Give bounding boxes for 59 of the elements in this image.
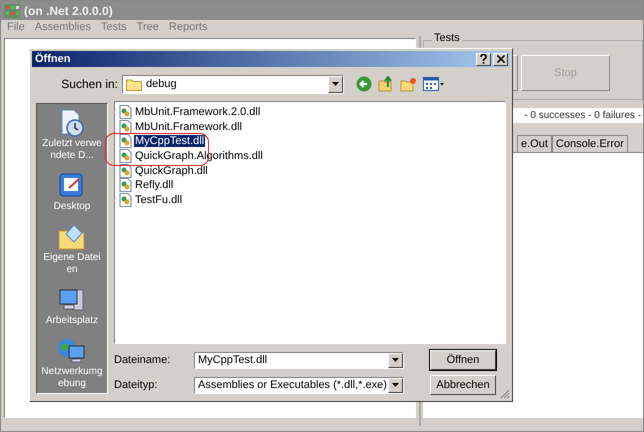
open-button[interactable]: Öffnen <box>430 350 496 370</box>
dll-entry[interactable]: QuickGraph.dll <box>119 163 501 178</box>
file-name: MbUnit.Framework.dll <box>134 120 243 133</box>
dll-entry[interactable]: Refly.dll <box>119 178 501 193</box>
place-label: Zuletzt verwendete D... <box>41 138 103 162</box>
help-button[interactable] <box>476 52 491 66</box>
back-icon[interactable] <box>356 76 372 92</box>
look-in-label: Suchen in: <box>60 77 119 91</box>
look-in-dropdown[interactable]: debug <box>122 74 344 94</box>
dialog-title: Öffnen <box>35 53 72 65</box>
tab[interactable]: e.Out <box>517 135 552 152</box>
dll-file-icon <box>119 105 132 120</box>
file-name: QuickGraph.dll <box>134 164 209 177</box>
filename-label: Dateiname: <box>114 354 172 366</box>
dll-entry[interactable]: MyCppTest.dll <box>119 134 501 149</box>
caret-icon <box>392 358 399 362</box>
place-item[interactable]: Eigene Dateien <box>38 222 106 276</box>
question-icon <box>480 54 487 64</box>
folder-up-icon[interactable] <box>378 76 394 92</box>
dll-entry[interactable]: TestFu.dll <box>119 192 501 208</box>
file-name: MbUnit.Framework.2.0.dll <box>134 106 262 118</box>
caret-icon <box>332 82 339 86</box>
file-name: Refly.dll <box>134 179 174 192</box>
dll-file-icon <box>119 164 132 178</box>
filename-value: MyCppTest.dll <box>198 354 268 366</box>
dll-file-icon <box>119 120 132 134</box>
place-label: Eigene Dateien <box>42 252 102 276</box>
tab[interactable]: Console.Error <box>552 135 628 152</box>
dll-file-icon <box>119 192 132 207</box>
resize-grip-icon <box>500 389 510 399</box>
place-label: Arbeitsplatz <box>44 315 100 327</box>
file-name: TestFu.dll <box>134 194 184 206</box>
dll-file-icon <box>119 134 132 148</box>
dll-file-icon <box>119 149 132 164</box>
caret-icon <box>392 383 399 387</box>
filetype-value: Assemblies or Executables (*.dll,*.exe) <box>198 379 388 391</box>
cancel-button[interactable]: Abbrechen <box>430 375 496 395</box>
dll-file-icon <box>119 178 132 192</box>
view-icon <box>423 77 445 91</box>
place-label: Desktop <box>52 201 92 213</box>
filetype-label: Dateityp: <box>114 379 158 391</box>
filename-field[interactable]: MyCppTest.dll <box>194 352 404 368</box>
window-title: (on .Net 2.0.0.0) <box>24 4 113 18</box>
place-label: Netzwerkumgebung <box>41 366 103 390</box>
place-item[interactable]: Arbeitsplatz <box>38 285 106 327</box>
grid-icon <box>4 4 20 18</box>
new-folder-icon[interactable] <box>400 76 417 92</box>
place-item[interactable]: Netzwerkumgebung <box>38 336 106 390</box>
folder-icon <box>57 222 87 252</box>
folder-icon <box>126 78 142 90</box>
file-name: MyCppTest.dll <box>134 135 206 148</box>
group-label: Tests <box>432 32 462 44</box>
close-icon <box>496 55 504 63</box>
close-button[interactable] <box>493 52 508 66</box>
place-item[interactable]: Zuletzt verwendete D... <box>38 108 106 162</box>
filetype-dropdown[interactable]: Assemblies or Executables (*.dll,*.exe) <box>194 376 404 394</box>
view-menu-button[interactable] <box>423 77 445 91</box>
place-item[interactable]: Desktop <box>38 171 106 213</box>
look-in-value: debug <box>146 78 178 90</box>
